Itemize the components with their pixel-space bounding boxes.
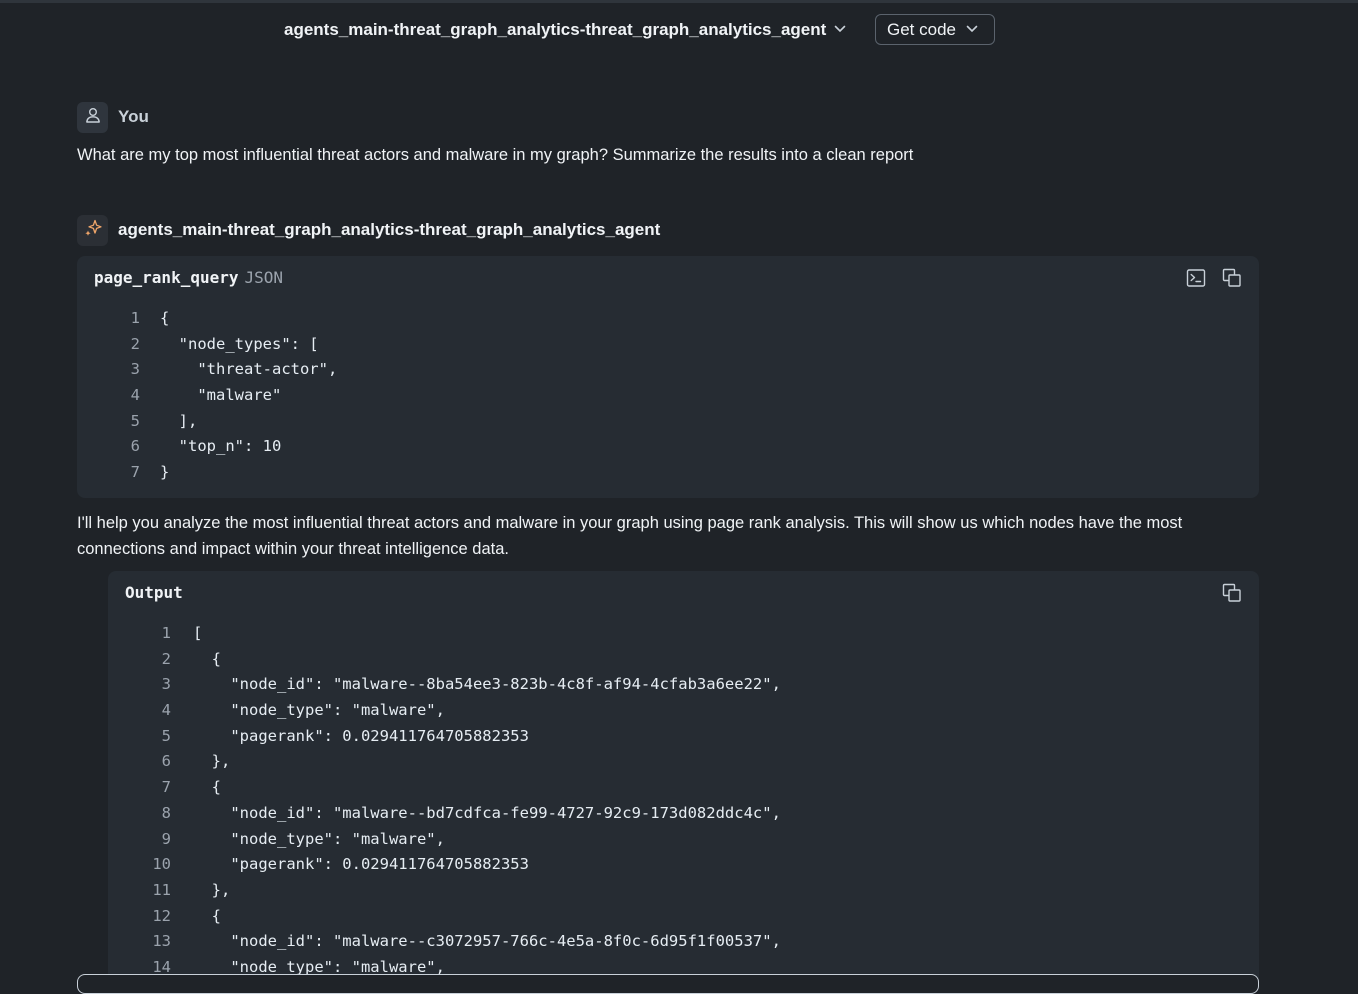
- tool-call-block: page_rank_query JSON 1{2 "node_types": [3…: [77, 256, 1259, 498]
- code-text: [: [193, 624, 203, 642]
- line-number: 10: [152, 855, 171, 874]
- output-block: Output 1[2 {3 "node_id": "malware--8ba54…: [108, 571, 1259, 991]
- code-line: 13 "node_id": "malware--c3072957-766c-4e…: [108, 929, 781, 955]
- code-line: 5 "pagerank": 0.029411764705882353: [108, 724, 781, 750]
- terminal-icon[interactable]: [1184, 266, 1208, 290]
- chevron-down-icon: [966, 24, 978, 36]
- line-number: 1: [130, 309, 140, 327]
- code-text: {: [193, 778, 221, 797]
- agent-message-header: agents_main-threat_graph_analytics-threa…: [77, 214, 660, 246]
- code-line: 3 "threat-actor",: [77, 357, 338, 383]
- code-line: 4 "malware": [77, 383, 337, 409]
- code-line: 1[: [108, 621, 781, 647]
- code-line: 8 "node_id": "malware--bd7cdfca-fe99-472…: [108, 801, 781, 827]
- code-line: 6 "top_n": 10: [77, 434, 337, 460]
- code-text: ],: [160, 411, 198, 430]
- code-line: 1{: [77, 306, 337, 332]
- top-divider: [0, 0, 1358, 3]
- line-number: 8: [161, 803, 171, 822]
- user-message-text: What are my top most influential threat …: [77, 146, 914, 164]
- code-line: 9 "node_type": "malware",: [108, 827, 781, 853]
- line-number: 7: [130, 463, 140, 482]
- tool-call-title: page_rank_query JSON: [94, 268, 283, 287]
- line-number: 2: [161, 649, 171, 668]
- line-number: 2: [130, 334, 140, 353]
- agent-avatar: [77, 214, 108, 246]
- chevron-down-icon: [834, 24, 846, 36]
- header: agents_main-threat_graph_analytics-threa…: [0, 14, 1358, 46]
- code-line: 5 ],: [77, 409, 337, 435]
- tool-name: page_rank_query: [94, 268, 239, 287]
- code-text: }: [160, 463, 170, 482]
- get-code-label: Get code: [887, 19, 956, 39]
- code-line: 7}: [77, 460, 337, 486]
- line-number: 13: [152, 932, 171, 951]
- line-number: 9: [161, 829, 171, 848]
- line-number: 3: [161, 675, 171, 694]
- line-number: 6: [130, 437, 140, 456]
- output-title-text: Output: [125, 583, 183, 602]
- user-message-header: You: [77, 101, 149, 133]
- code-line: 10 "pagerank": 0.029411764705882353: [108, 852, 781, 878]
- code-text: "node_id": "malware--8ba54ee3-823b-4c8f-…: [193, 675, 781, 694]
- code-text: },: [193, 880, 231, 899]
- tool-lang: JSON: [244, 268, 284, 287]
- get-code-button[interactable]: Get code: [875, 14, 995, 45]
- output-title: Output: [125, 583, 183, 602]
- copy-icon[interactable]: [1220, 266, 1244, 290]
- person-icon: [84, 106, 102, 129]
- line-number: 3: [130, 360, 140, 379]
- code-line: 7 {: [108, 775, 781, 801]
- code-text: "pagerank": 0.029411764705882353: [193, 855, 529, 874]
- output-code: 1[2 {3 "node_id": "malware--8ba54ee3-823…: [108, 621, 781, 981]
- line-number: 12: [152, 906, 171, 925]
- user-avatar: [77, 101, 108, 133]
- code-text: "pagerank": 0.029411764705882353: [193, 726, 529, 745]
- sparkle-icon: [83, 218, 103, 243]
- code-text: {: [160, 309, 170, 327]
- code-text: "node_types": [: [160, 334, 319, 353]
- code-text: "node_type": "malware",: [193, 829, 445, 848]
- line-number: 5: [130, 411, 140, 430]
- code-text: },: [193, 752, 231, 771]
- code-text: "node_type": "malware",: [193, 701, 445, 720]
- line-number: 7: [161, 778, 171, 797]
- line-number: 1: [161, 624, 171, 642]
- user-author: You: [118, 107, 149, 126]
- tool-call-code: 1{2 "node_types": [3 "threat-actor", 4 "m…: [77, 306, 338, 486]
- code-line: 3 "node_id": "malware--8ba54ee3-823b-4c8…: [108, 672, 781, 698]
- code-text: {: [193, 906, 221, 925]
- agent-selector[interactable]: agents_main-threat_graph_analytics-threa…: [284, 14, 846, 46]
- code-text: "node_id": "malware--c3072957-766c-4e5a-…: [193, 932, 781, 951]
- code-text: "malware": [160, 386, 282, 405]
- line-number: 5: [161, 726, 171, 745]
- code-text: "top_n": 10: [160, 437, 282, 456]
- agent-selector-label: agents_main-threat_graph_analytics-threa…: [284, 20, 827, 39]
- code-line: 11 },: [108, 878, 781, 904]
- line-number: 11: [152, 880, 171, 899]
- code-text: {: [193, 649, 221, 668]
- code-line: 2 {: [108, 647, 781, 673]
- code-line: 12 {: [108, 904, 781, 930]
- code-line: 6 },: [108, 749, 781, 775]
- code-line: 4 "node_type": "malware",: [108, 698, 781, 724]
- line-number: 4: [130, 386, 140, 405]
- line-number: 6: [161, 752, 171, 771]
- code-text: "node_id": "malware--bd7cdfca-fe99-4727-…: [193, 803, 781, 822]
- assistant-message-text: I'll help you analyze the most influenti…: [77, 514, 1183, 558]
- copy-icon[interactable]: [1220, 581, 1244, 605]
- code-text: "threat-actor",: [160, 360, 338, 379]
- line-number: 4: [161, 701, 171, 720]
- code-line: 2 "node_types": [: [77, 332, 337, 358]
- chat-input[interactable]: [77, 974, 1259, 994]
- agent-author: agents_main-threat_graph_analytics-threa…: [118, 220, 661, 239]
